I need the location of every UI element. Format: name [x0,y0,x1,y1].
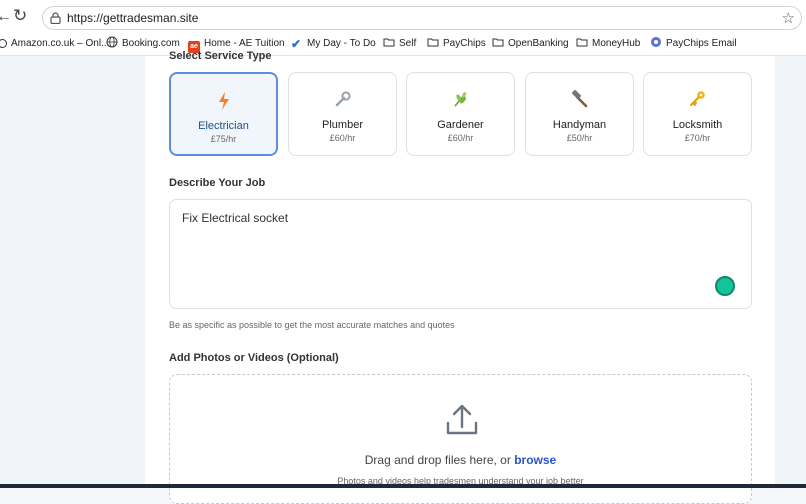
herb-icon [407,90,514,110]
service-card-locksmith[interactable]: Locksmith £70/hr [643,72,752,156]
bookmark-star-icon[interactable]: ☆ [782,9,795,27]
service-name: Locksmith [672,119,723,131]
key-icon [644,90,751,110]
amazon-icon [0,39,7,48]
service-card-handyman[interactable]: Handyman £50/hr [525,72,634,156]
job-helper-text: Be as specific as possible to get the mo… [169,320,455,330]
checkmark-icon: ✔ [291,37,302,51]
lock-icon[interactable] [50,12,61,24]
service-card-plumber[interactable]: Plumber £60/hr [288,72,397,156]
service-name: Gardener [437,119,484,131]
dropzone-text: Drag and drop files here, or browse [170,453,751,467]
service-price: £60/hr [329,133,356,143]
bookmark-amazon[interactable]: Amazon.co.uk – Onl... [0,35,109,53]
bookmark-paychips-email[interactable]: PayChips Email [650,35,737,53]
address-bar[interactable]: https://gettradesman.site ☆ [42,6,802,30]
browser-toolbar: ← ↻ https://gettradesman.site ☆ Amazon.c… [0,0,806,56]
service-section-label: Select Service Type [169,50,272,62]
bookmark-my-day[interactable]: ✔ My Day - To Do [291,35,376,53]
drop-instruction: Drag and drop files here, or [364,453,511,467]
bookmark-openbanking[interactable]: OpenBanking [492,35,569,53]
service-name: Handyman [552,119,607,131]
bookmarks-bar: Amazon.co.uk – Onl... Booking.com ae Home… [0,35,806,53]
job-description-textarea[interactable]: Fix Electrical socket [169,199,752,309]
describe-job-label: Describe Your Job [169,177,266,189]
back-arrow-icon[interactable]: ← [0,8,12,26]
folder-icon [383,36,395,48]
lightning-icon [171,91,276,111]
service-price: £75/hr [210,134,237,144]
job-description-value[interactable]: Fix Electrical socket [182,211,288,225]
bookmark-moneyhub[interactable]: MoneyHub [576,35,640,53]
wrench-icon [289,90,396,110]
reload-icon[interactable]: ↻ [13,7,31,25]
service-price: £50/hr [566,133,593,143]
bookmark-paychips[interactable]: PayChips [427,35,486,53]
folder-icon [492,36,504,48]
service-price: £60/hr [447,133,474,143]
service-price: £70/hr [684,133,711,143]
service-card-electrician[interactable]: Electrician £75/hr [169,72,278,156]
globe-icon [106,36,118,48]
browse-link[interactable]: browse [514,453,556,467]
upload-icon [446,404,478,435]
url-text[interactable]: https://gettradesman.site [67,11,198,25]
service-name: Electrician [198,120,249,132]
taskbar-edge [0,484,806,488]
service-name: Plumber [322,119,363,131]
service-card-gardener[interactable]: Gardener £60/hr [406,72,515,156]
job-form-card: Select Service Type Electrician £75/hr P… [145,50,775,504]
hammer-icon [526,89,633,110]
folder-icon [427,36,439,48]
page-background: Select Service Type Electrician £75/hr P… [0,50,806,504]
folder-icon [576,36,588,48]
photos-label: Add Photos or Videos (Optional) [169,352,339,364]
paychips-icon [650,36,662,48]
grammarly-icon[interactable] [715,276,735,296]
bookmark-self[interactable]: Self [383,35,416,53]
